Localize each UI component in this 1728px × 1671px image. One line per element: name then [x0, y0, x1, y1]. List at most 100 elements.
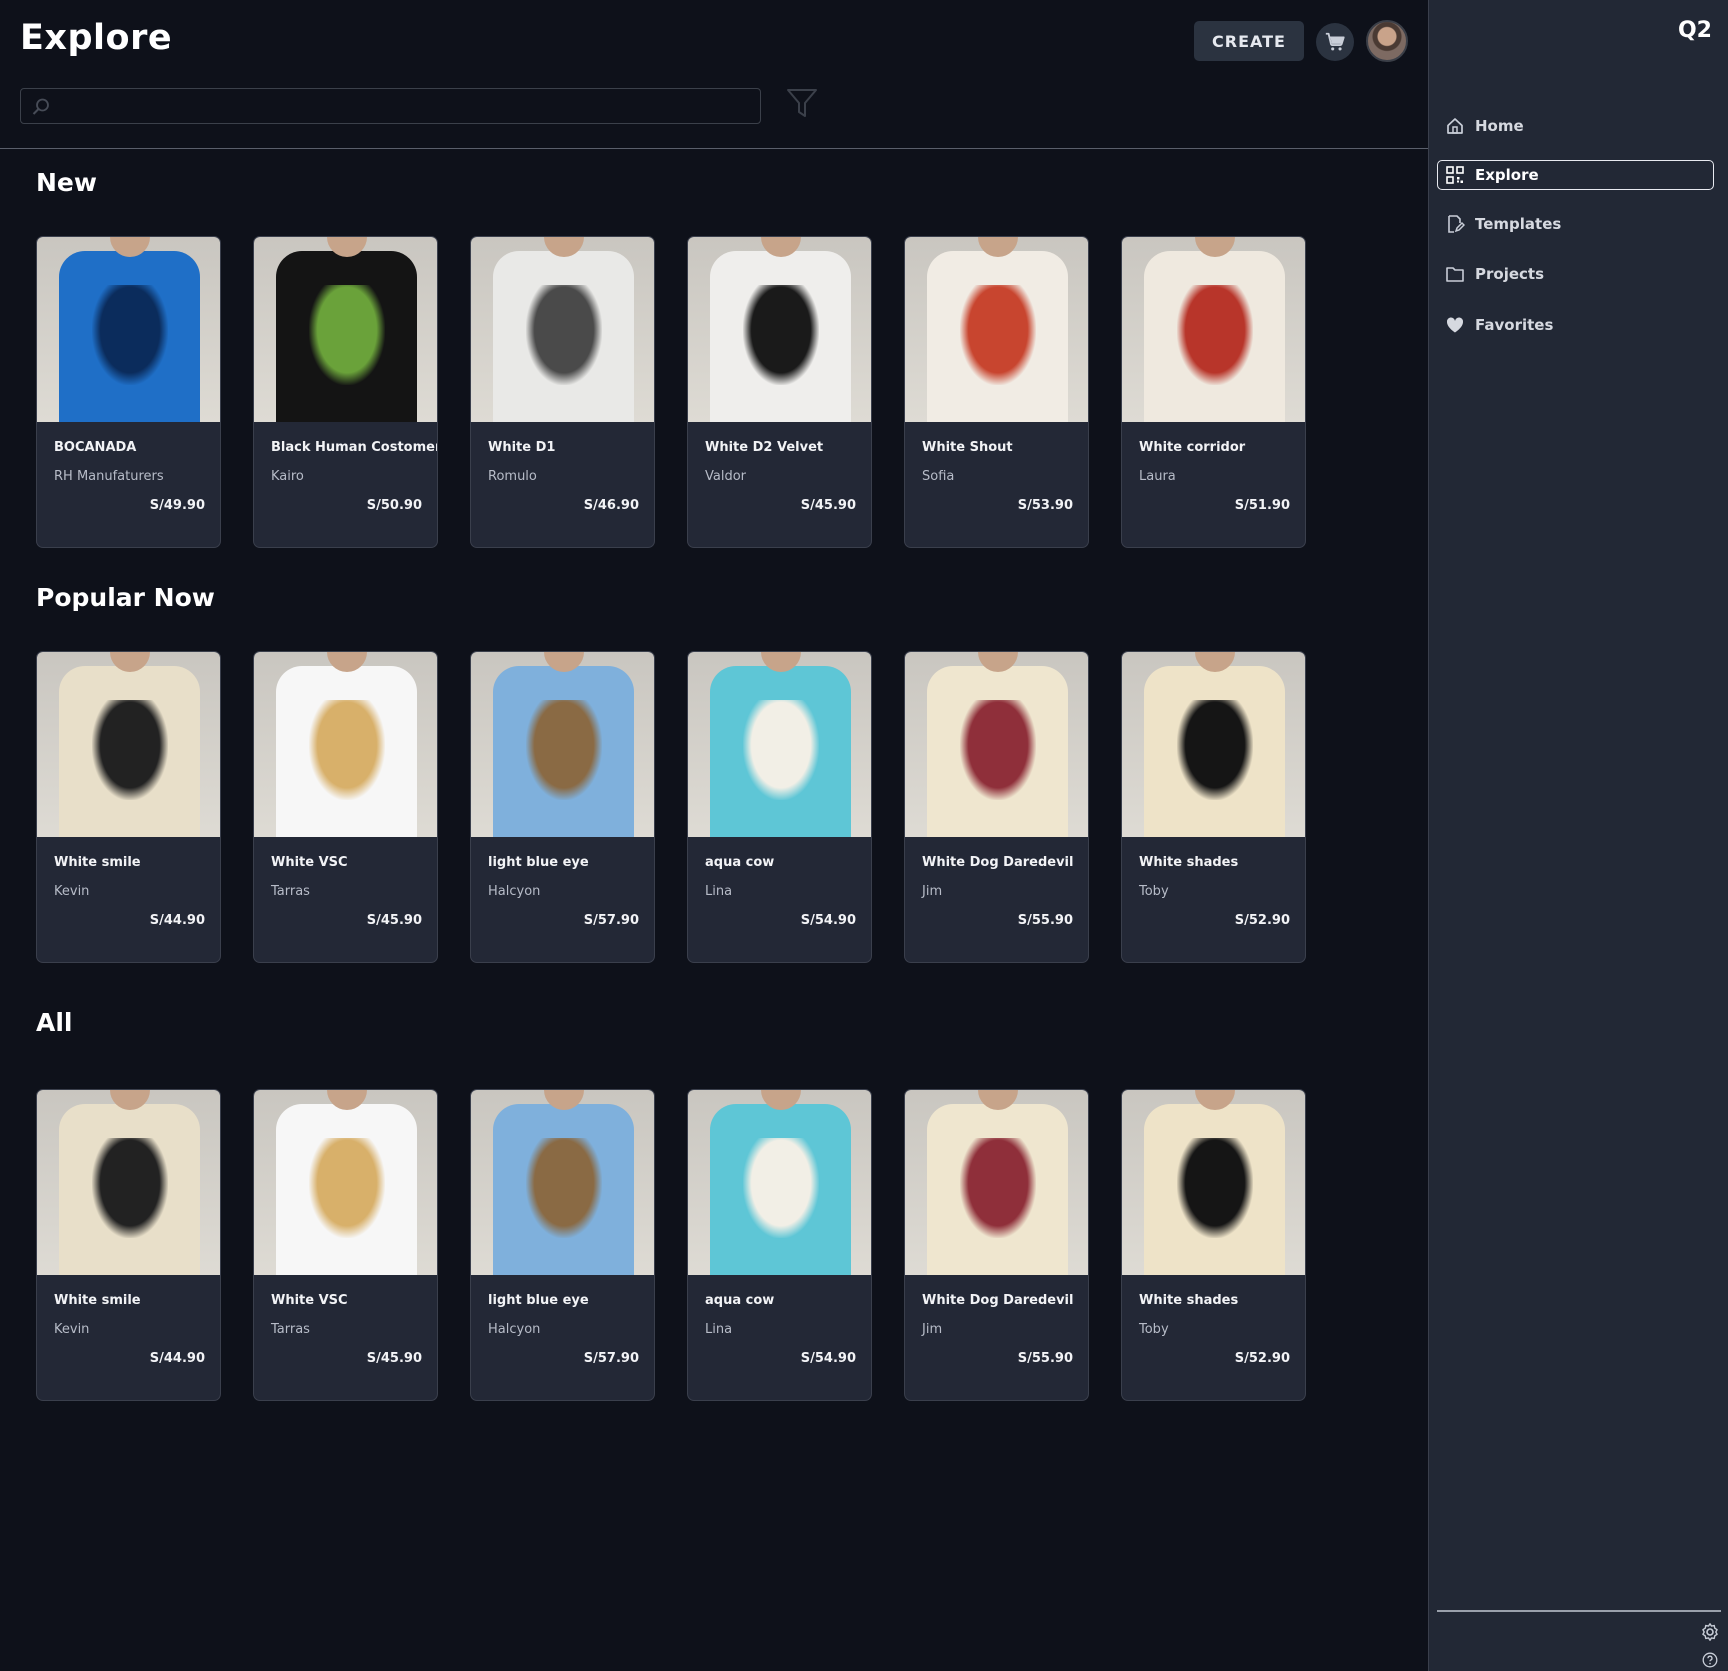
- product-price: S/51.90: [1234, 498, 1290, 513]
- product-card[interactable]: White D2 Velvet Valdor S/45.90: [687, 236, 872, 548]
- product-name: aqua cow: [705, 1293, 775, 1308]
- sidebar-item-label: Favorites: [1475, 316, 1554, 334]
- sidebar-item-label: Explore: [1475, 166, 1539, 184]
- product-image: [688, 1090, 871, 1275]
- product-image: [37, 1090, 220, 1275]
- product-card[interactable]: White Shout Sofia S/53.90: [904, 236, 1089, 548]
- product-card[interactable]: White VSC Tarras S/45.90: [253, 651, 438, 963]
- create-button[interactable]: CREATE: [1194, 21, 1304, 61]
- tshirt-print-artwork: [526, 700, 602, 800]
- product-card[interactable]: White smile Kevin S/44.90: [36, 651, 221, 963]
- help-button[interactable]: [1702, 1652, 1718, 1668]
- product-maker: Toby: [1139, 1322, 1169, 1337]
- product-price: S/57.90: [583, 913, 639, 928]
- sidebar: Q2 Home Explore Templates Projects Favor…: [1428, 0, 1728, 1671]
- product-maker: RH Manufaturers: [54, 469, 164, 484]
- section-title: New: [36, 168, 97, 197]
- product-name: White smile: [54, 1293, 141, 1308]
- tshirt-print-artwork: [309, 1138, 385, 1238]
- settings-button[interactable]: [1700, 1622, 1720, 1642]
- product-card[interactable]: White shades Toby S/52.90: [1121, 651, 1306, 963]
- product-card[interactable]: White D1 Romulo S/46.90: [470, 236, 655, 548]
- product-maker: Valdor: [705, 469, 747, 484]
- product-maker: Romulo: [488, 469, 537, 484]
- sidebar-item-templates[interactable]: Templates: [1437, 209, 1714, 239]
- product-card[interactable]: light blue eye Halcyon S/57.90: [470, 651, 655, 963]
- product-maker: Toby: [1139, 884, 1169, 899]
- tshirt-print-artwork: [960, 1138, 1036, 1238]
- page-title: Explore: [20, 18, 173, 58]
- product-image: [905, 1090, 1088, 1275]
- product-image: [905, 237, 1088, 422]
- product-price: S/45.90: [800, 498, 856, 513]
- product-maker: Lina: [705, 884, 733, 899]
- product-price: S/50.90: [366, 498, 422, 513]
- product-card[interactable]: aqua cow Lina S/54.90: [687, 651, 872, 963]
- product-card[interactable]: White smile Kevin S/44.90: [36, 1089, 221, 1401]
- product-card[interactable]: White shades Toby S/52.90: [1121, 1089, 1306, 1401]
- product-price: S/55.90: [1017, 913, 1073, 928]
- heart-icon: [1444, 314, 1466, 336]
- product-price: S/54.90: [800, 1351, 856, 1366]
- product-card[interactable]: White Dog Daredevil Jim S/55.90: [904, 1089, 1089, 1401]
- product-card[interactable]: White VSC Tarras S/45.90: [253, 1089, 438, 1401]
- filter-button[interactable]: [785, 86, 819, 120]
- sidebar-item-favorites[interactable]: Favorites: [1437, 310, 1714, 340]
- search-input[interactable]: [61, 93, 751, 119]
- grid-qr-icon: [1444, 164, 1466, 186]
- product-maker: Kevin: [54, 884, 90, 899]
- product-maker: Kevin: [54, 1322, 90, 1337]
- sidebar-item-home[interactable]: Home: [1437, 111, 1714, 141]
- main-content: Explore CREATE New BOCANADA RH Manufatur…: [0, 0, 1428, 1671]
- cart-icon: [1325, 32, 1345, 51]
- product-card[interactable]: White corridor Laura S/51.90: [1121, 236, 1306, 548]
- product-name: White corridor: [1139, 440, 1246, 455]
- tshirt-print-artwork: [309, 700, 385, 800]
- product-name: White Shout: [922, 440, 1013, 455]
- product-price: S/45.90: [366, 1351, 422, 1366]
- tshirt-print-artwork: [1177, 700, 1253, 800]
- product-card[interactable]: Black Human Costomer Kairo S/50.90: [253, 236, 438, 548]
- tshirt-print-artwork: [1177, 285, 1253, 385]
- product-maker: Jim: [922, 884, 943, 899]
- tshirt-print-artwork: [526, 1138, 602, 1238]
- sidebar-item-label: Projects: [1475, 265, 1545, 283]
- product-image: [688, 652, 871, 837]
- brand-logo: Q2: [1677, 18, 1712, 43]
- search-icon: [32, 98, 49, 115]
- product-maker: Laura: [1139, 469, 1176, 484]
- product-image: [1122, 652, 1305, 837]
- product-name: aqua cow: [705, 855, 775, 870]
- product-card[interactable]: BOCANADA RH Manufaturers S/49.90: [36, 236, 221, 548]
- tshirt-print-artwork: [92, 700, 168, 800]
- user-avatar[interactable]: [1366, 20, 1408, 62]
- product-name: White VSC: [271, 855, 348, 870]
- product-name: White shades: [1139, 1293, 1239, 1308]
- product-card[interactable]: White Dog Daredevil Jim S/55.90: [904, 651, 1089, 963]
- product-price: S/52.90: [1234, 913, 1290, 928]
- product-name: White VSC: [271, 1293, 348, 1308]
- product-image: [688, 237, 871, 422]
- product-card[interactable]: light blue eye Halcyon S/57.90: [470, 1089, 655, 1401]
- product-image: [37, 237, 220, 422]
- product-image: [254, 1090, 437, 1275]
- search-field[interactable]: [20, 88, 761, 124]
- cart-button[interactable]: [1316, 23, 1354, 61]
- sidebar-item-explore[interactable]: Explore: [1437, 160, 1714, 190]
- edit-doc-icon: [1444, 213, 1466, 235]
- filter-icon: [787, 89, 817, 117]
- product-image: [254, 237, 437, 422]
- product-price: S/52.90: [1234, 1351, 1290, 1366]
- tshirt-print-artwork: [1177, 1138, 1253, 1238]
- product-maker: Jim: [922, 1322, 943, 1337]
- section-title: All: [36, 1008, 73, 1037]
- sidebar-item-label: Home: [1475, 117, 1524, 135]
- sidebar-item-projects[interactable]: Projects: [1437, 259, 1714, 289]
- product-card[interactable]: aqua cow Lina S/54.90: [687, 1089, 872, 1401]
- product-price: S/49.90: [149, 498, 205, 513]
- product-name: White shades: [1139, 855, 1239, 870]
- tshirt-print-artwork: [960, 700, 1036, 800]
- product-maker: Tarras: [271, 1322, 310, 1337]
- help-icon: [1702, 1652, 1718, 1668]
- product-price: S/46.90: [583, 498, 639, 513]
